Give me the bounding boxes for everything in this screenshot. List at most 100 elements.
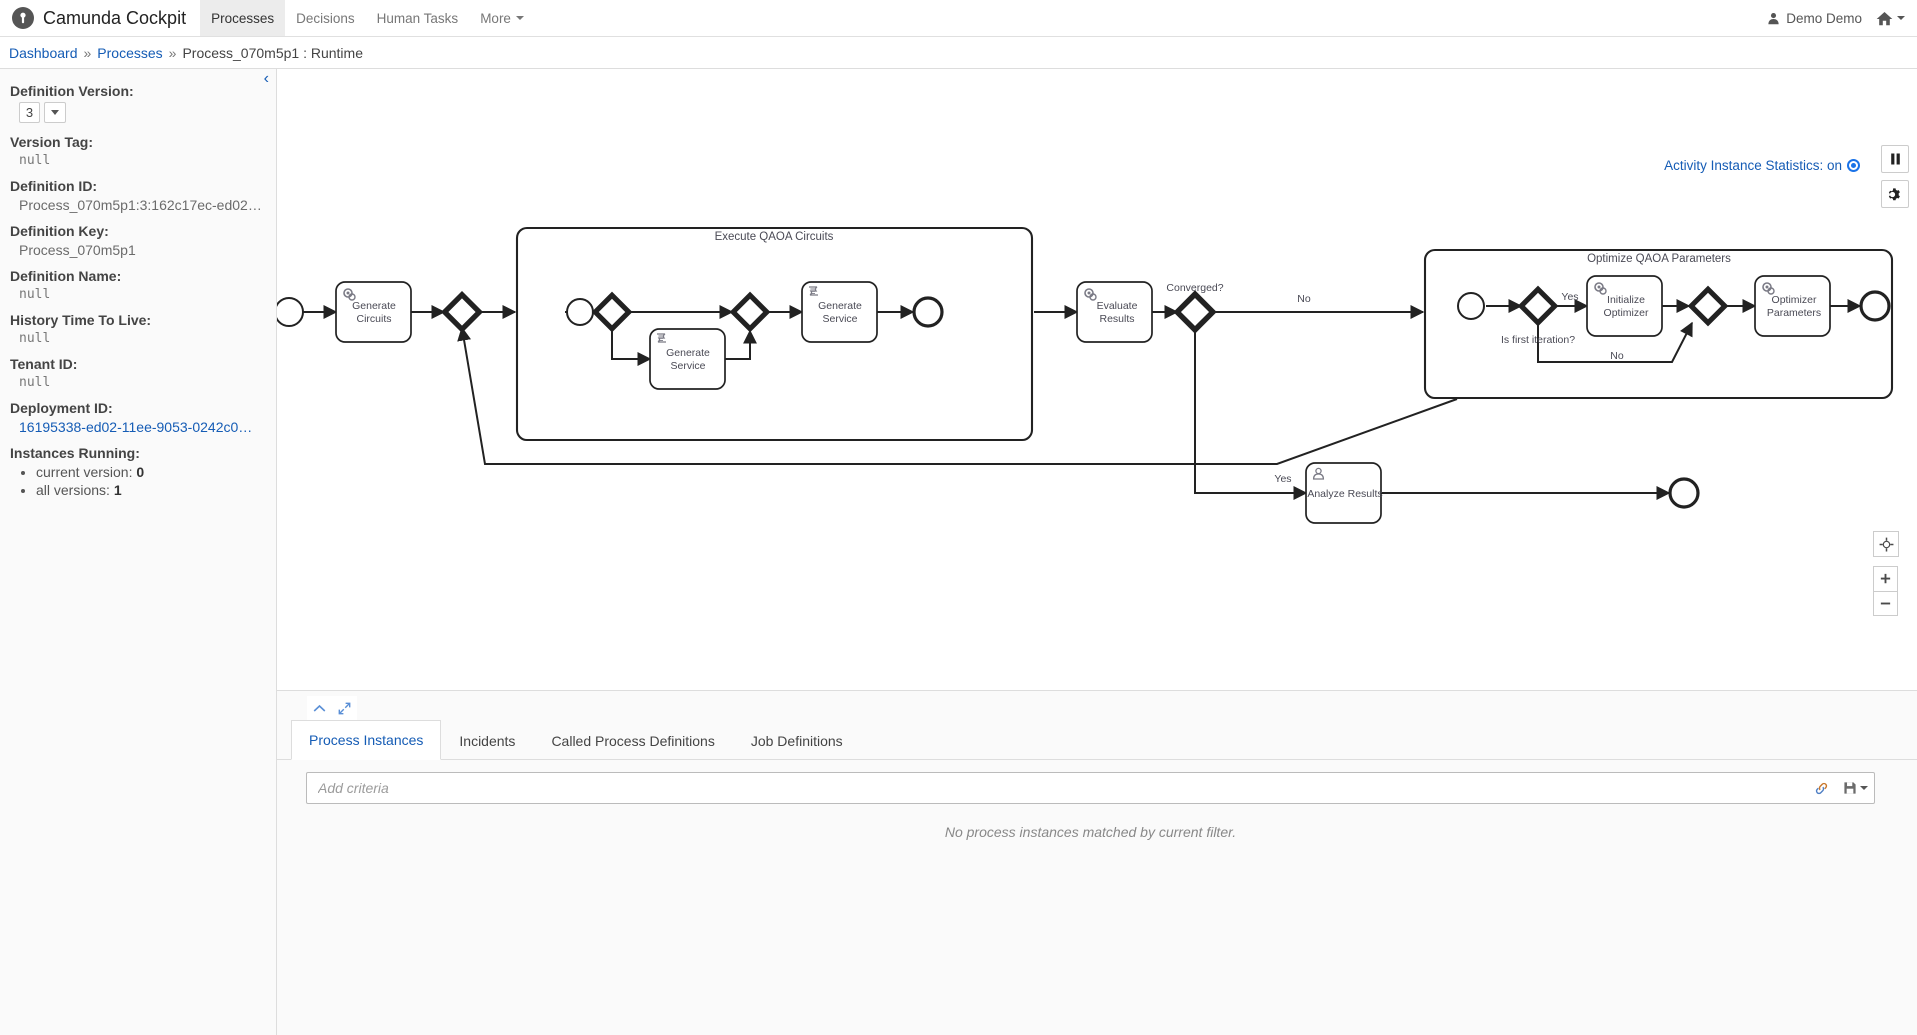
gateway-merge[interactable] bbox=[445, 295, 480, 330]
optimize-end-event[interactable] bbox=[1859, 290, 1891, 322]
definition-version-label: Definition Version: bbox=[10, 83, 134, 99]
crosshair-icon bbox=[1879, 537, 1893, 551]
zoom-in-button[interactable] bbox=[1873, 566, 1898, 591]
tab-label: Process Instances bbox=[309, 732, 424, 748]
sidebar-collapse-icon[interactable]: ‹ bbox=[264, 71, 269, 87]
sequence-flow bbox=[611, 329, 652, 366]
task-label-line2: Circuits bbox=[356, 313, 391, 325]
empty-state-message: No process instances matched by current … bbox=[944, 824, 1237, 840]
home-icon bbox=[1876, 11, 1893, 25]
nav-item-decisions[interactable]: Decisions bbox=[285, 0, 366, 36]
version-tag-value: null bbox=[19, 153, 51, 168]
task-label-line1: Generate bbox=[818, 300, 862, 312]
task-generate-service-2[interactable]: Generate Service bbox=[801, 281, 878, 343]
camunda-logo-icon bbox=[12, 7, 34, 29]
breadcrumb-processes[interactable]: Processes bbox=[97, 45, 162, 61]
inner-start-event[interactable] bbox=[566, 298, 594, 326]
task-analyze-results[interactable]: Analyze Results bbox=[1305, 462, 1383, 524]
gateway-join-optimizer[interactable] bbox=[1691, 289, 1725, 323]
instance-value: 0 bbox=[136, 464, 145, 480]
gateway-join-inner[interactable] bbox=[733, 295, 767, 329]
list-item: all versions: 1 bbox=[36, 482, 265, 498]
subprocess-execute-qaoa-circuits[interactable] bbox=[515, 226, 1034, 442]
save-filter-button[interactable] bbox=[1836, 773, 1874, 803]
tab-label: Called Process Definitions bbox=[551, 732, 715, 749]
pause-button[interactable] bbox=[1881, 145, 1909, 173]
radio-on-icon bbox=[1847, 159, 1860, 172]
reset-zoom-button[interactable] bbox=[1873, 531, 1899, 557]
nav-item-processes[interactable]: Processes bbox=[200, 0, 286, 36]
zoom-out-button[interactable] bbox=[1873, 591, 1898, 616]
body-split: ‹ Definition Version: 3 Version Tag: nul… bbox=[0, 69, 1917, 1035]
instance-label: current version: bbox=[36, 464, 137, 480]
nav-item-more[interactable]: More bbox=[469, 0, 535, 36]
canvas-top-buttons bbox=[1881, 145, 1909, 208]
panel-controls bbox=[277, 691, 1917, 720]
task-label-line2: Service bbox=[822, 313, 857, 325]
definition-id-label: Definition ID: bbox=[10, 178, 98, 194]
home-menu[interactable] bbox=[1876, 11, 1905, 26]
instance-value: 1 bbox=[113, 482, 122, 498]
deployment-id-link[interactable]: 16195338-ed02-11ee-9053-0242c0… bbox=[10, 419, 265, 435]
definition-name-value: null bbox=[19, 287, 51, 302]
tab-process-instances[interactable]: Process Instances bbox=[291, 720, 442, 760]
task-label-line1: Analyze Results bbox=[1307, 488, 1382, 500]
brand[interactable]: Camunda Cockpit bbox=[0, 0, 200, 36]
nav-item-human-tasks[interactable]: Human Tasks bbox=[366, 0, 470, 36]
task-evaluate-results[interactable]: Evaluate Results bbox=[1076, 281, 1153, 343]
version-dropdown-button[interactable] bbox=[44, 102, 66, 123]
task-initialize-optimizer[interactable]: Initialize Optimizer bbox=[1586, 275, 1663, 337]
task-optimizer-parameters[interactable]: Optimizer Parameters bbox=[1754, 275, 1831, 337]
history-ttl-value: null bbox=[19, 331, 51, 346]
gateway-converged[interactable] bbox=[1177, 294, 1213, 330]
deployment-id-label: Deployment ID: bbox=[10, 400, 113, 416]
optimize-start-event[interactable] bbox=[1457, 292, 1485, 320]
tab-job-definitions[interactable]: Job Definitions bbox=[733, 720, 861, 760]
end-event[interactable] bbox=[1668, 477, 1700, 509]
subprocess-label: Optimize QAOA Parameters bbox=[1587, 253, 1731, 265]
tenant-id-value: null bbox=[19, 375, 51, 390]
flow-label-no-first: No bbox=[1610, 350, 1624, 362]
expand-icon bbox=[338, 702, 351, 714]
link-icon bbox=[1815, 782, 1827, 794]
chevron-down-icon bbox=[1897, 16, 1905, 20]
task-generate-circuits[interactable]: Generate Circuits bbox=[335, 281, 412, 343]
bottom-panel: Process Instances Incidents Called Proce… bbox=[277, 691, 1917, 1035]
app-header: Camunda Cockpit Processes Decisions Huma… bbox=[0, 0, 1917, 37]
breadcrumb-separator: » bbox=[83, 44, 92, 61]
definition-version-selector[interactable]: 3 bbox=[10, 102, 265, 123]
history-ttl-label: History Time To Live: bbox=[10, 312, 152, 328]
copy-link-button[interactable] bbox=[1806, 773, 1836, 803]
tenant-id-label: Tenant ID: bbox=[10, 356, 78, 372]
pause-icon bbox=[1890, 153, 1900, 165]
settings-button[interactable] bbox=[1881, 180, 1909, 208]
instances-running-list: current version: 0 all versions: 1 bbox=[10, 464, 265, 498]
breadcrumb-current: Process_070m5p1 : Runtime bbox=[182, 44, 363, 61]
breadcrumb: Dashboard » Processes » Process_070m5p1 … bbox=[0, 37, 1917, 69]
task-label-line2: Results bbox=[1099, 313, 1134, 325]
activity-instance-statistics-toggle[interactable]: Activity Instance Statistics: on bbox=[1664, 158, 1860, 173]
gateway-split-inner[interactable] bbox=[595, 295, 629, 329]
task-label-line1: Generate bbox=[666, 347, 710, 359]
plus-icon bbox=[1880, 573, 1891, 583]
search-input[interactable] bbox=[307, 773, 1806, 803]
task-label-line1: Optimizer bbox=[1772, 294, 1817, 306]
tab-incidents[interactable]: Incidents bbox=[441, 720, 533, 760]
filter-row bbox=[306, 772, 1875, 804]
task-generate-service-1[interactable]: Generate Service bbox=[649, 328, 726, 390]
instance-label: all versions: bbox=[36, 482, 114, 498]
definition-name-label: Definition Name: bbox=[10, 268, 122, 284]
panel-collapse-button[interactable] bbox=[307, 696, 332, 720]
definition-version-value: 3 bbox=[19, 102, 40, 123]
start-event[interactable] bbox=[277, 297, 304, 327]
user-menu[interactable]: Demo Demo bbox=[1767, 11, 1862, 26]
nav-label: Decisions bbox=[296, 10, 355, 26]
bpmn-canvas[interactable]: Activity Instance Statistics: on Execute… bbox=[277, 69, 1917, 691]
gateway-first-iteration[interactable] bbox=[1521, 289, 1555, 323]
nav-label: Human Tasks bbox=[376, 10, 459, 26]
panel-expand-button[interactable] bbox=[332, 696, 357, 720]
breadcrumb-dashboard[interactable]: Dashboard bbox=[9, 45, 78, 61]
subprocess-label: Execute QAOA Circuits bbox=[715, 231, 834, 243]
inner-end-event[interactable] bbox=[912, 296, 944, 328]
tab-called-process-definitions[interactable]: Called Process Definitions bbox=[533, 720, 732, 760]
